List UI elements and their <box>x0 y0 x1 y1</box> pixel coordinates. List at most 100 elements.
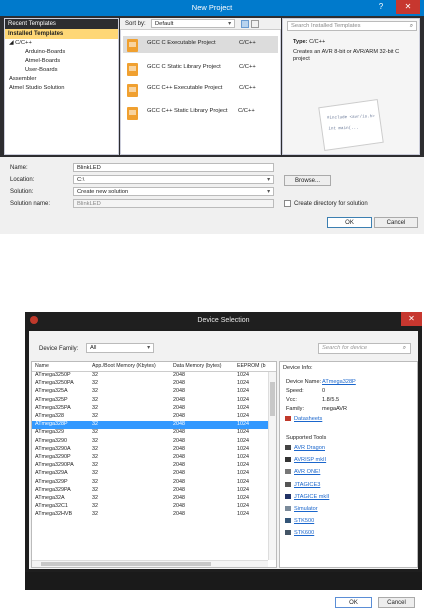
device-name-cell: ATmega3250P <box>35 372 71 378</box>
tree-item-assembler[interactable]: Assembler <box>5 75 118 84</box>
table-row[interactable]: ATmega325P 32 2048 1024 <box>32 397 276 405</box>
ok-button[interactable]: OK <box>327 217 372 228</box>
close-button[interactable]: ✕ <box>396 0 420 14</box>
data-memory-cell: 2048 <box>173 372 185 378</box>
ok-button[interactable]: OK <box>335 597 372 608</box>
sort-bar: Sort by: Default ▾ <box>120 18 281 30</box>
data-memory-cell: 2048 <box>173 486 185 493</box>
close-button[interactable]: ✕ <box>401 312 422 326</box>
table-row[interactable]: ATmega3290PA 32 2048 1024 <box>32 462 276 470</box>
table-row[interactable]: ATmega32A 32 2048 1024 <box>32 495 276 503</box>
table-row[interactable]: ATmega329PA 32 2048 1024 <box>32 487 276 495</box>
template-name: GCC C Executable Project <box>147 40 216 46</box>
table-header: Name App./Boot Memory (Kbytes) Data Memo… <box>32 362 276 372</box>
table-row[interactable]: ATmega3250PA 32 2048 1024 <box>32 380 276 388</box>
cancel-button[interactable]: Cancel <box>374 217 418 228</box>
table-row[interactable]: ATmega3290A 32 2048 1024 <box>32 446 276 454</box>
table-row[interactable]: ATmega328 32 2048 1024 <box>32 413 276 421</box>
data-memory-cell: 2048 <box>173 462 185 469</box>
template-language: C/C++ <box>239 85 256 91</box>
search-icon: ⌕ <box>402 345 406 351</box>
column-app-boot-memory[interactable]: App./Boot Memory (Kbytes) <box>92 362 156 371</box>
table-row[interactable]: ATmega3290P 32 2048 1024 <box>32 454 276 462</box>
tool-link[interactable]: JTAGICE3 <box>285 481 320 490</box>
eeprom-cell: 1024 <box>237 404 249 411</box>
tree-item-atmel-studio-solution[interactable]: Atmel Studio Solution <box>5 84 118 93</box>
help-button[interactable]: ? <box>370 0 392 14</box>
tool-link[interactable]: Simulator <box>285 505 318 514</box>
location-label: Location: <box>10 177 35 183</box>
device-info-header: Device Info: <box>283 365 313 371</box>
name-field[interactable]: BlinkLED <box>73 163 274 172</box>
chevron-down-icon: ▾ <box>228 21 231 27</box>
column-name[interactable]: Name <box>35 362 49 371</box>
data-memory-cell: 2048 <box>173 421 185 428</box>
tree-item-arduino-boards[interactable]: Arduino-Boards <box>5 48 118 57</box>
list-view-icon[interactable] <box>251 20 259 28</box>
dragon-icon <box>285 445 291 451</box>
sort-dropdown[interactable]: Default ▾ <box>151 19 235 28</box>
tool-label: AVR ONE! <box>294 469 321 476</box>
tool-link[interactable]: AVR ONE! <box>285 468 320 477</box>
template-gcc-cpp-static-library[interactable]: GCC C++ Static Library Project C/C++ <box>123 104 278 121</box>
device-name-cell: ATmega325PA <box>35 404 71 411</box>
installed-templates[interactable]: Installed Templates <box>5 29 118 39</box>
template-gcc-c-executable[interactable]: GCC C Executable Project C/C++ <box>123 36 278 53</box>
table-row[interactable]: ATmega329 32 2048 1024 <box>32 429 276 437</box>
template-gcc-c-static-library[interactable]: GCC C Static Library Project C/C++ <box>123 60 278 77</box>
table-row[interactable]: ATmega329P 32 2048 1024 <box>32 479 276 487</box>
tree-item-user-boards[interactable]: User-Boards <box>5 66 118 75</box>
template-language: C/C++ <box>239 64 256 70</box>
tool-link[interactable]: JTAGICE mkII <box>285 493 329 502</box>
vcc-value: 1.8/5.5 <box>322 397 340 403</box>
template-details: Search Installed Templates ⌕ Type: C/C++… <box>282 18 420 155</box>
tool-link[interactable]: STK600 <box>285 529 314 538</box>
search-templates-input[interactable]: Search Installed Templates ⌕ <box>287 21 417 31</box>
tool-label: JTAGICE mkII <box>294 493 330 500</box>
template-name: GCC C Static Library Project <box>147 64 221 70</box>
browse-button[interactable]: Browse... <box>284 175 331 186</box>
location-field[interactable]: C:\ ▾ <box>73 175 274 184</box>
table-row[interactable]: ATmega325PA 32 2048 1024 <box>32 405 276 413</box>
table-row[interactable]: ATmega32C1 32 2048 1024 <box>32 503 276 511</box>
column-eeprom[interactable]: EEPROM (b <box>237 362 266 371</box>
horizontal-scrollbar[interactable] <box>32 560 268 567</box>
tool-link[interactable]: STK500 <box>285 517 314 526</box>
project-form: Name: BlinkLED Location: C:\ ▾ Browse...… <box>0 157 424 234</box>
template-gcc-cpp-executable[interactable]: GCC C++ Executable Project C/C++ <box>123 81 278 98</box>
eeprom-cell: 1024 <box>237 429 249 436</box>
solution-name-field[interactable]: BlinkLED <box>73 199 274 208</box>
data-memory-cell: 2048 <box>173 470 185 477</box>
eeprom-cell: 1024 <box>237 511 249 518</box>
table-row[interactable]: ATmega3250P 32 2048 1024 <box>32 372 276 380</box>
search-device-input[interactable]: Search for device ⌕ <box>318 343 411 354</box>
table-row[interactable]: ATmega329A 32 2048 1024 <box>32 470 276 478</box>
tool-label: STK500 <box>294 518 315 525</box>
device-family-dropdown[interactable]: All ▾ <box>86 343 154 353</box>
cancel-button[interactable]: Cancel <box>378 597 415 608</box>
tool-link[interactable]: AVRISP mkII <box>285 456 326 465</box>
scrollbar-thumb[interactable] <box>270 382 275 416</box>
tree-item-atmel-boards[interactable]: Atmel-Boards <box>5 57 118 66</box>
scrollbar-thumb[interactable] <box>41 562 211 566</box>
solution-dropdown[interactable]: Create new solution ▾ <box>73 187 274 196</box>
create-directory-checkbox[interactable] <box>284 200 291 207</box>
tool-link[interactable]: AVR Dragon <box>285 444 325 453</box>
column-data-memory[interactable]: Data Memory (bytes) <box>173 362 221 371</box>
eeprom-cell: 1024 <box>237 445 249 452</box>
table-row[interactable]: ATmega328P 32 2048 1024 <box>32 421 276 430</box>
small-icons-view-icon[interactable] <box>241 20 249 28</box>
solution-name-label: Solution name: <box>10 201 51 207</box>
device-name-cell: ATmega329 <box>35 429 64 436</box>
device-name-cell: ATmega329P <box>35 478 68 485</box>
recent-templates[interactable]: Recent Templates <box>5 19 118 29</box>
vertical-scrollbar[interactable] <box>268 372 276 560</box>
app-memory-cell: 32 <box>92 388 98 395</box>
datasheets-link[interactable]: Datasheets <box>285 415 322 424</box>
device-name-link[interactable]: ATmega328P <box>322 379 356 385</box>
table-row[interactable]: ATmega32HVB 32 2048 1024 <box>32 511 276 519</box>
tree-item-cpp[interactable]: ◢ C/C++ <box>5 39 118 48</box>
table-row[interactable]: ATmega3290 32 2048 1024 <box>32 438 276 446</box>
table-row[interactable]: ATmega325A 32 2048 1024 <box>32 388 276 396</box>
app-memory-cell: 32 <box>92 445 98 452</box>
